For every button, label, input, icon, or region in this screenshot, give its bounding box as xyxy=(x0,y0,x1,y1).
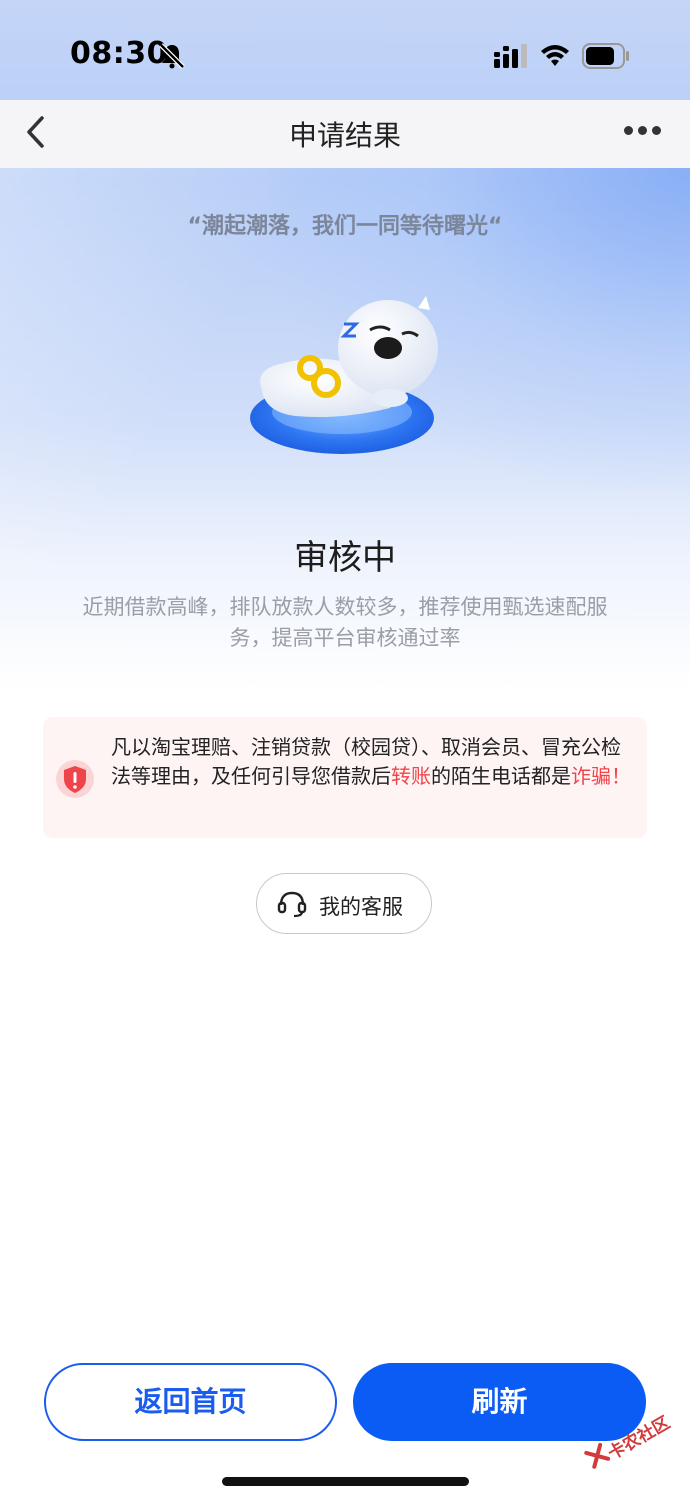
warning-highlight-transfer: 转账 xyxy=(391,764,431,788)
mascot-illustration xyxy=(250,296,438,454)
status-bar: 08:30 xyxy=(0,0,690,100)
bell-muted-icon xyxy=(159,43,185,69)
status-time: 08:30 xyxy=(70,36,168,71)
battery-icon xyxy=(582,43,629,69)
home-indicator[interactable] xyxy=(222,1477,469,1486)
more-options-icon[interactable] xyxy=(624,126,662,136)
warning-text-part2: 的陌生电话都是 xyxy=(431,764,571,788)
fraud-warning-card: 凡以淘宝理赔、注销贷款（校园贷）、取消会员、冒充公检法等理由，及任何引导您借款后… xyxy=(43,717,647,838)
watermark-text: 卡农社区 xyxy=(604,1412,674,1465)
shield-alert-icon xyxy=(56,760,94,798)
wifi-icon xyxy=(541,45,569,66)
cellular-signal-icon xyxy=(494,44,527,68)
review-status-title: 审核中 xyxy=(294,538,396,578)
page-title: 申请结果 xyxy=(288,119,401,152)
warning-highlight-fraud-word: 诈骗 xyxy=(571,764,611,788)
warning-exclamation: ！ xyxy=(611,764,631,788)
customer-service-button[interactable]: 我的客服 xyxy=(256,873,432,934)
review-status-description: 近期借款高峰，排队放款人数较多，推荐使用甄选速配服务，提高平台审核通过率 xyxy=(82,595,608,650)
warning-highlight-fraud: 诈骗！ xyxy=(571,764,631,788)
customer-service-label: 我的客服 xyxy=(319,895,403,919)
fraud-warning-text: 凡以淘宝理赔、注销贷款（校园贷）、取消会员、冒充公检法等理由，及任何引导您借款后… xyxy=(111,733,631,791)
back-to-home-button[interactable]: 返回首页 xyxy=(44,1363,337,1441)
slogan-text: “潮起潮落，我们一同等待曙光“ xyxy=(187,214,503,239)
nav-bar: 申请结果 xyxy=(0,100,690,168)
headset-icon xyxy=(277,891,307,918)
